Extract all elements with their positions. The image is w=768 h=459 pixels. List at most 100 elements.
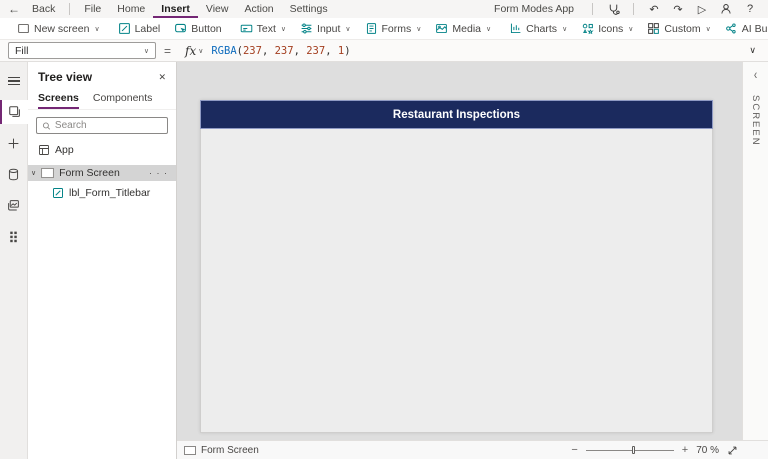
equals-sign: = [164,44,171,58]
canvas-area[interactable]: Restaurant Inspections ‹ SCREEN Form Scr… [177,62,768,459]
tree-item-label: App [55,144,74,156]
ribbon-input[interactable]: Input ∨ [293,18,357,40]
tab-components[interactable]: Components [93,90,153,109]
rail-insert-button[interactable] [0,131,28,155]
chevron-down-icon: ∨ [706,25,711,33]
zoom-out-icon[interactable]: − [571,444,577,456]
ai-builder-icon [725,22,738,35]
chevron-down-icon[interactable]: ∨ [31,169,36,177]
advanced-tools-icon [7,230,20,243]
rail-tree-view-button[interactable] [0,100,28,124]
ribbon-new-screen[interactable]: New screen ∨ [10,18,107,40]
ribbon-ai-builder[interactable]: AI Builder ∨ [718,18,768,40]
rail-menu-button[interactable] [0,69,28,93]
chevron-down-icon: ∨ [486,25,491,33]
menu-view[interactable]: View [198,0,237,18]
property-selector[interactable]: Fill ∨ [8,42,156,59]
icons-icon [581,22,594,35]
menu-settings[interactable]: Settings [282,0,336,18]
custom-icon [647,22,660,35]
menu-action[interactable]: Action [236,0,281,18]
fit-to-window-icon[interactable] [727,445,738,456]
chevron-down-icon: ∨ [94,25,99,33]
chevron-down-icon: ∨ [416,25,421,33]
zoom-slider-handle[interactable] [632,446,635,454]
ellipsis-icon[interactable]: · · · [149,168,176,178]
menu-file[interactable]: File [76,0,109,18]
tree-item-label: lbl_Form_Titlebar [69,187,150,199]
redo-icon[interactable]: ↷ [668,1,688,17]
formula-token: 237 [306,45,325,57]
formula-bar-expand-chevron-icon[interactable]: ∨ [749,45,760,56]
insert-ribbon: New screen ∨ Label Button Text ∨ Input ∨… [0,18,768,40]
close-icon[interactable]: ✕ [158,72,166,83]
formula-token: 237 [275,45,294,57]
form-screen-canvas[interactable]: Restaurant Inspections [200,100,713,433]
ribbon-item-label: New screen [34,23,89,35]
undo-icon[interactable]: ↶ [644,1,664,17]
tree-item-app[interactable]: App [28,141,176,159]
formula-token: , [294,45,307,57]
zoom-controls: − + 70 % [571,444,738,456]
forms-icon [365,22,378,35]
ribbon-forms[interactable]: Forms ∨ [358,18,429,40]
back-arrow-icon: ← [8,2,20,16]
titlebar-text: Restaurant Inspections [393,109,520,121]
rail-advanced-tools-button[interactable] [0,224,28,248]
formula-token: RGBA [211,45,236,57]
ribbon-button[interactable]: Button [167,18,228,40]
tree-item-label: Form Screen [59,167,120,179]
ribbon-item-label: AI Builder [742,23,768,35]
ribbon-label[interactable]: Label [111,18,168,40]
tree-search-box[interactable] [36,117,168,134]
search-input[interactable] [55,120,162,131]
chevron-down-icon: ∨ [144,47,149,55]
label-icon [118,22,131,35]
label-control-icon [52,187,64,199]
database-icon [7,168,20,181]
ribbon-item-label: Icons [598,23,623,35]
play-icon[interactable]: ▷ [692,1,712,17]
menu-insert[interactable]: Insert [153,0,198,18]
tree-view-title: Tree view [38,70,92,84]
ribbon-custom[interactable]: Custom ∨ [640,18,717,40]
tree-view-panel: Tree view ✕ Screens Components App ∨ For… [28,62,177,459]
ribbon-charts[interactable]: Charts ∨ [502,18,574,40]
help-icon[interactable]: ? [740,1,760,17]
chevron-down-icon[interactable]: ∨ [198,47,203,55]
ribbon-icons[interactable]: Icons ∨ [574,18,640,40]
tree-view-icon [8,105,22,119]
zoom-slider[interactable] [586,446,674,455]
formula-bar: Fill ∨ = fx ∨ RGBA(237, 237, 237, 1) ∨ [0,40,768,62]
titlebar-label-control[interactable]: Restaurant Inspections [201,101,712,128]
ribbon-item-label: Media [452,23,481,35]
app-icon [38,144,50,156]
menu-home[interactable]: Home [109,0,153,18]
ribbon-text[interactable]: Text ∨ [233,18,293,40]
rail-data-button[interactable] [0,162,28,186]
tab-screens[interactable]: Screens [38,90,79,109]
ribbon-item-label: Button [191,23,221,35]
tree-item-label-control[interactable]: lbl_Form_Titlebar [28,184,176,201]
ribbon-item-label: Charts [526,23,557,35]
chevron-down-icon: ∨ [562,25,567,33]
app-name: Form Modes App [494,3,574,15]
menu-divider [592,3,593,15]
top-menu-bar: ← Back File Home Insert View Action Sett… [0,0,768,18]
menu-back[interactable]: Back [24,0,63,18]
formula-input[interactable]: RGBA(237, 237, 237, 1) [211,45,350,57]
formula-token: 237 [243,45,262,57]
left-rail [0,62,28,459]
properties-panel-collapsed: ‹ SCREEN [742,62,768,440]
tree-item-form-screen[interactable]: ∨ Form Screen · · · [28,165,176,181]
screen-thumbnail-icon [184,446,196,455]
ribbon-media[interactable]: Media ∨ [428,18,498,40]
ribbon-item-label: Custom [664,23,700,35]
app-checker-icon[interactable] [603,1,623,17]
chevron-left-icon[interactable]: ‹ [754,68,757,83]
zoom-in-icon[interactable]: + [682,444,688,456]
ribbon-item-label: Input [317,23,340,35]
chevron-down-icon: ∨ [345,25,350,33]
user-icon[interactable] [716,1,736,17]
rail-media-button[interactable] [0,193,28,217]
